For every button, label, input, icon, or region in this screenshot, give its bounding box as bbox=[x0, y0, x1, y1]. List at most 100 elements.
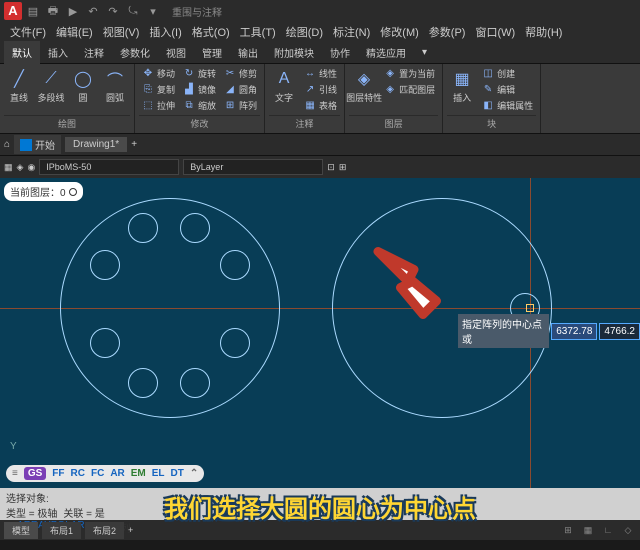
pointer-arrow-overlay bbox=[360, 238, 450, 328]
qc-rc[interactable]: RC bbox=[71, 468, 85, 479]
tab-manage[interactable]: 管理 bbox=[194, 41, 230, 64]
qat-icon[interactable]: ▤ bbox=[26, 4, 40, 18]
qat-icon[interactable]: ▶ bbox=[66, 4, 80, 18]
home-icon[interactable]: ⌂ bbox=[4, 139, 10, 150]
prop-icon[interactable]: ▦ bbox=[4, 162, 13, 173]
circle-icon: ◯ bbox=[72, 68, 94, 90]
new-tab-icon[interactable]: + bbox=[131, 139, 137, 150]
tab-parametric[interactable]: 参数化 bbox=[112, 41, 158, 64]
prop-icon[interactable]: ⊞ bbox=[339, 162, 347, 173]
menu-dim[interactable]: 标注(N) bbox=[329, 22, 374, 42]
tab-featured[interactable]: 精选应用 bbox=[358, 41, 414, 64]
qc-fc[interactable]: FC bbox=[91, 468, 104, 479]
title-search[interactable]: 重围与注释 bbox=[172, 4, 222, 19]
prop-icon[interactable]: ◈ bbox=[17, 162, 24, 173]
prop-icon[interactable]: ⊡ bbox=[327, 162, 335, 173]
panel-label[interactable]: 绘图 bbox=[4, 115, 130, 131]
geometry-circle bbox=[220, 250, 250, 280]
coord-y-input[interactable]: 4766.2 bbox=[599, 323, 640, 340]
tool-block-edit[interactable]: ✎编辑 bbox=[479, 82, 536, 97]
qat-icon[interactable]: ↷ bbox=[106, 4, 120, 18]
menu-draw[interactable]: 绘图(D) bbox=[282, 22, 327, 42]
qc-dt[interactable]: DT bbox=[171, 468, 184, 479]
tool-layer-current[interactable]: ◈置为当前 bbox=[381, 66, 438, 81]
tool-polyline[interactable]: ⟋多段线 bbox=[36, 66, 66, 106]
qat-icon[interactable]: ↶ bbox=[86, 4, 100, 18]
tool-rotate[interactable]: ↻旋转 bbox=[180, 66, 219, 81]
tool-copy[interactable]: ⎘复制 bbox=[139, 82, 178, 97]
doc-tab[interactable]: Drawing1* bbox=[65, 137, 127, 152]
menu-view[interactable]: 视图(V) bbox=[99, 22, 144, 42]
layout1-tab[interactable]: 布局1 bbox=[42, 522, 81, 539]
tool-trim[interactable]: ✂修剪 bbox=[221, 66, 260, 81]
qc-ff[interactable]: FF bbox=[52, 468, 64, 479]
tab-default[interactable]: 默认 bbox=[4, 41, 40, 64]
panel-label[interactable]: 块 bbox=[447, 115, 536, 131]
tool-text[interactable]: A文字 bbox=[269, 66, 299, 106]
current-layer-pill[interactable]: 当前图层：0 bbox=[4, 182, 83, 201]
hamburger-icon[interactable]: ≡ bbox=[12, 468, 18, 479]
tool-layer-match[interactable]: ◈匹配图层 bbox=[381, 82, 438, 97]
tool-scale[interactable]: ⧉缩放 bbox=[180, 98, 219, 113]
tab-insert[interactable]: 插入 bbox=[40, 41, 76, 64]
command-line[interactable]: 选择对象: 类型 = 极轴关联 = 是 ▸ARRAYPOLAR指定阵列 bbox=[0, 488, 640, 520]
menu-window[interactable]: 窗口(W) bbox=[471, 22, 519, 42]
panel-label[interactable]: 注释 bbox=[269, 115, 340, 131]
start-tab[interactable]: 开始 bbox=[14, 135, 61, 154]
tool-mirror[interactable]: ▟镜像 bbox=[180, 82, 219, 97]
status-icon[interactable]: ◇ bbox=[620, 525, 636, 536]
menu-insert[interactable]: 插入(I) bbox=[145, 22, 185, 42]
menu-tools[interactable]: 工具(T) bbox=[236, 22, 280, 42]
tool-layer-props[interactable]: ◈图层特性 bbox=[349, 66, 379, 106]
add-layout-icon[interactable]: + bbox=[128, 525, 133, 535]
menu-param[interactable]: 参数(P) bbox=[425, 22, 470, 42]
qc-ar[interactable]: AR bbox=[110, 468, 124, 479]
tab-output[interactable]: 输出 bbox=[230, 41, 266, 64]
tool-stretch[interactable]: ⬚拉伸 bbox=[139, 98, 178, 113]
tool-block-create[interactable]: ◫创建 bbox=[479, 66, 536, 81]
tool-arc[interactable]: ⌒圆弧 bbox=[100, 66, 130, 106]
drawing-canvas[interactable]: 当前图层：0 指定阵列的中心点或 6372.78 4766.2 Y X ≡ GS… bbox=[0, 178, 640, 488]
qc-el[interactable]: EL bbox=[152, 468, 165, 479]
tool-table[interactable]: ▦表格 bbox=[301, 98, 340, 113]
tool-insert[interactable]: ▦插入 bbox=[447, 66, 477, 106]
prop-icon[interactable]: ◉ bbox=[27, 162, 35, 173]
panel-label[interactable]: 图层 bbox=[349, 115, 438, 131]
menu-edit[interactable]: 编辑(E) bbox=[52, 22, 97, 42]
status-icon[interactable]: ▦ bbox=[580, 525, 596, 536]
status-icon[interactable]: ⊞ bbox=[560, 525, 576, 536]
tool-leader[interactable]: ↗引线 bbox=[301, 82, 340, 97]
tab-overflow-icon[interactable]: ▾ bbox=[414, 43, 435, 62]
tool-fillet[interactable]: ◢圆角 bbox=[221, 82, 260, 97]
qc-em[interactable]: EM bbox=[131, 468, 146, 479]
axis-y-label: Y bbox=[10, 441, 17, 452]
model-tab[interactable]: 模型 bbox=[4, 522, 38, 539]
qat-icon[interactable]: ⤿ bbox=[126, 4, 140, 18]
quick-command-bar[interactable]: ≡ GS FF RC FC AR EM EL DT ⌃ bbox=[6, 465, 204, 482]
coord-x-input[interactable]: 6372.78 bbox=[551, 323, 597, 340]
menu-modify[interactable]: 修改(M) bbox=[376, 22, 423, 42]
style-dropdown[interactable]: IPboMS-50 bbox=[39, 159, 179, 175]
tab-view[interactable]: 视图 bbox=[158, 41, 194, 64]
menu-format[interactable]: 格式(O) bbox=[188, 22, 234, 42]
panel-label[interactable]: 修改 bbox=[139, 115, 260, 131]
tab-annotate[interactable]: 注释 bbox=[76, 41, 112, 64]
status-icon[interactable]: ∟ bbox=[600, 525, 616, 535]
array-icon: ⊞ bbox=[224, 100, 236, 112]
tool-linear[interactable]: ↔线性 bbox=[301, 66, 340, 81]
qat-icon[interactable]: 🖶 bbox=[46, 4, 60, 18]
tool-move[interactable]: ✥移动 bbox=[139, 66, 178, 81]
tab-addins[interactable]: 附加模块 bbox=[266, 41, 322, 64]
qc-gs[interactable]: GS bbox=[24, 467, 46, 480]
layout2-tab[interactable]: 布局2 bbox=[85, 522, 124, 539]
tool-line[interactable]: ╱直线 bbox=[4, 66, 34, 106]
menu-help[interactable]: 帮助(H) bbox=[521, 22, 566, 42]
layer-color-dropdown[interactable]: ByLayer bbox=[183, 159, 323, 175]
expand-icon[interactable]: ⌃ bbox=[190, 468, 198, 479]
tab-collab[interactable]: 协作 bbox=[322, 41, 358, 64]
qat-icon[interactable]: ▾ bbox=[146, 4, 160, 18]
tool-circle[interactable]: ◯圆 bbox=[68, 66, 98, 106]
tool-array[interactable]: ⊞阵列 bbox=[221, 98, 260, 113]
tool-block-attr[interactable]: ◧编辑属性 bbox=[479, 98, 536, 113]
menu-file[interactable]: 文件(F) bbox=[6, 22, 50, 42]
